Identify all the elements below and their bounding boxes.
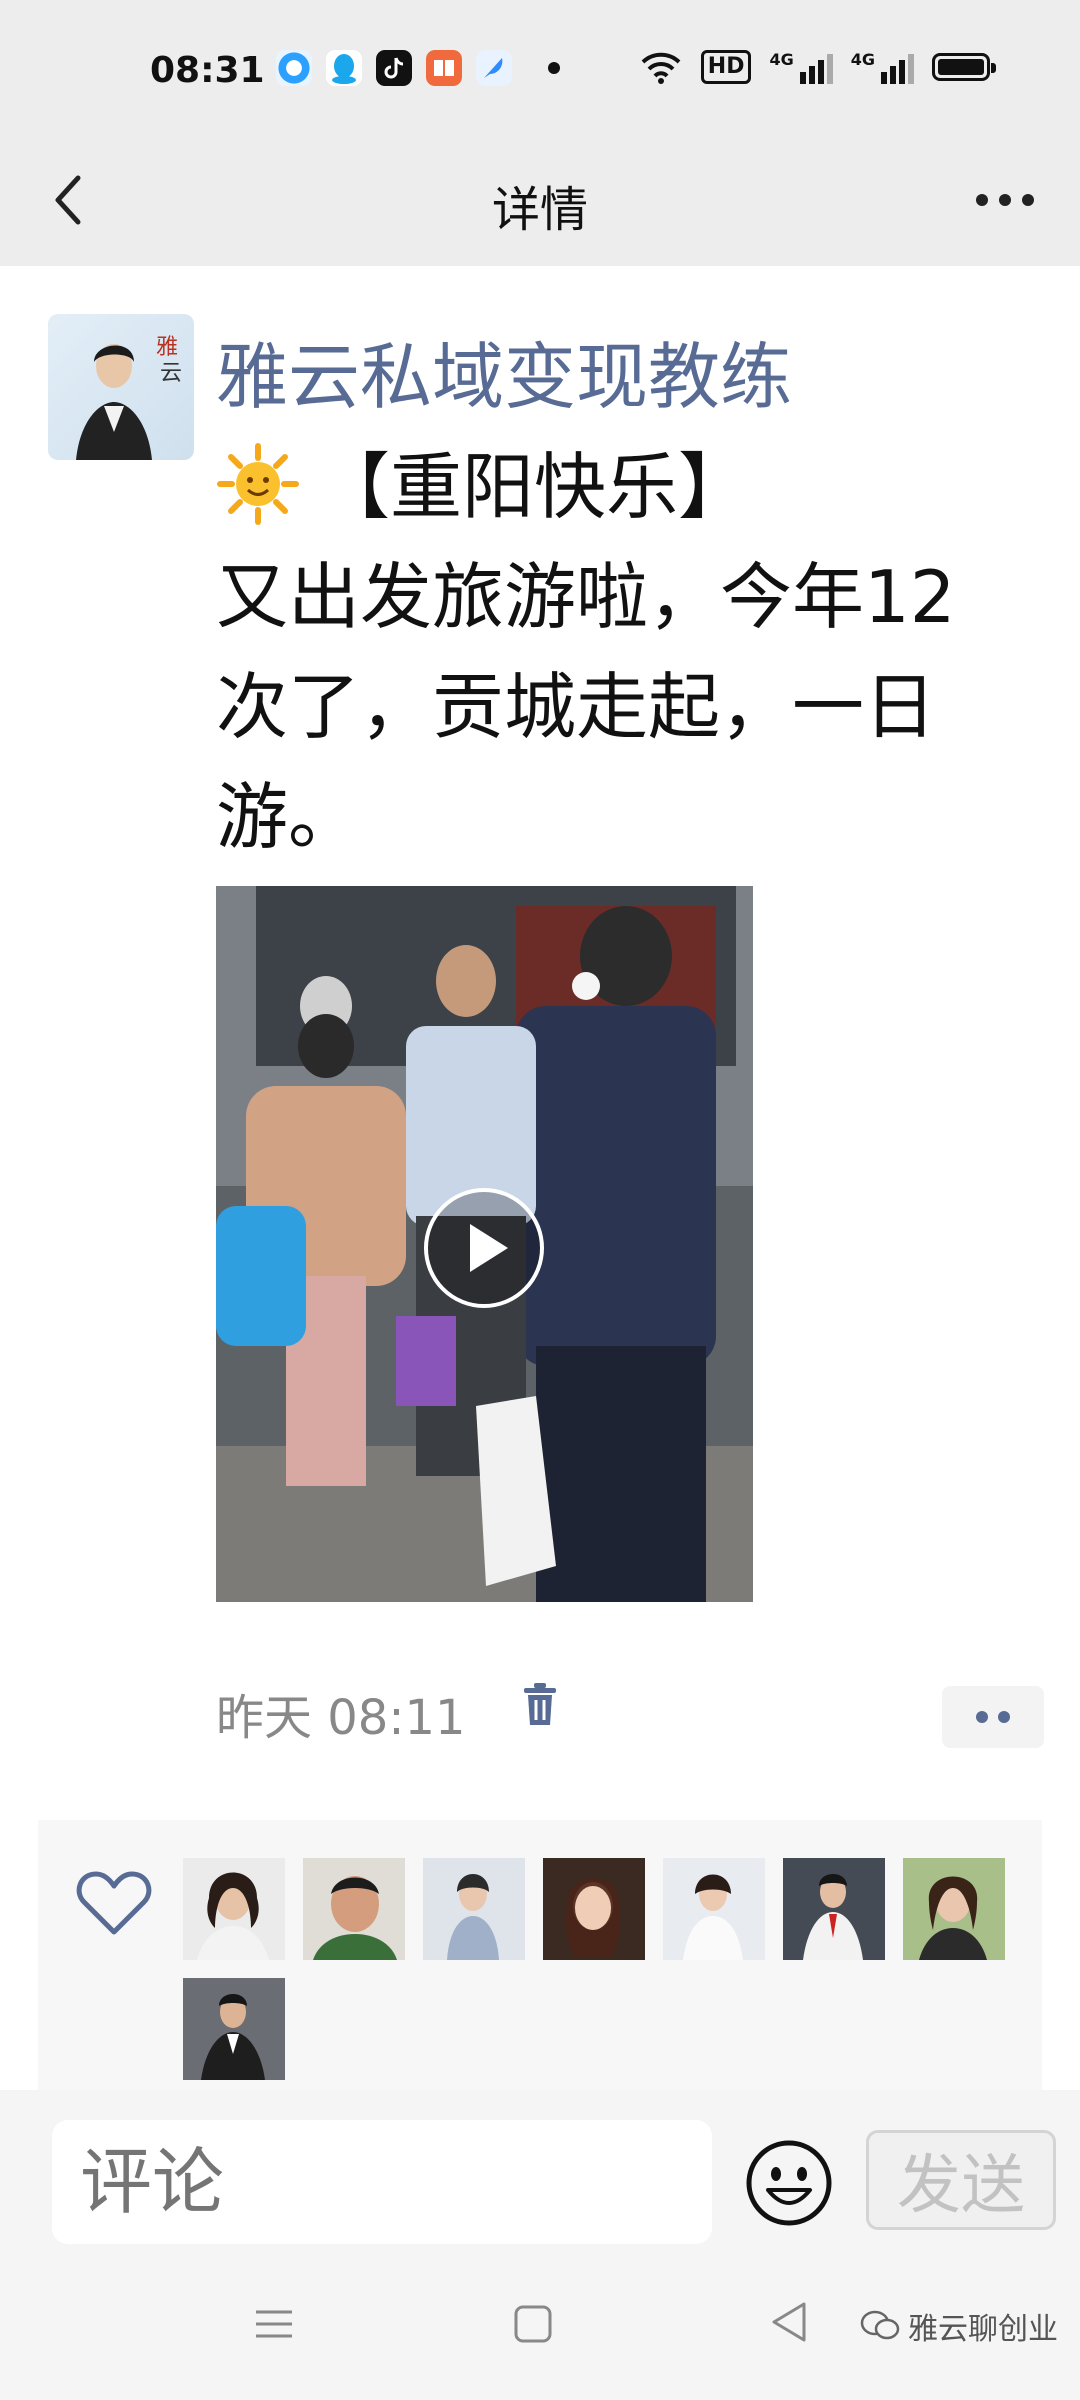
trash-icon[interactable]	[520, 1680, 560, 1728]
video-thumbnail[interactable]	[216, 886, 753, 1602]
tiktok-app-icon	[376, 50, 412, 86]
post-body-line-2: 次了，贡城走起，一日	[216, 665, 937, 749]
wechat-logo-icon	[860, 2310, 900, 2340]
post-timestamp: 昨天 08:11	[216, 1690, 466, 1746]
liker-avatar[interactable]	[183, 1978, 285, 2080]
recent-apps-icon[interactable]	[254, 2304, 294, 2344]
post-headline: 【重阳快乐】	[318, 445, 751, 529]
watermark-text: 雅云聊创业	[908, 2312, 1058, 2347]
liker-avatar[interactable]	[903, 1858, 1005, 1960]
heart-icon	[76, 1871, 152, 1935]
browser-app-icon	[276, 50, 312, 86]
system-back-icon[interactable]	[770, 2300, 810, 2344]
post-text: 【重阳快乐】 又出发旅游啦，今年12 次了，贡城走起，一日 游。	[216, 432, 1016, 872]
post-actions-button[interactable]	[942, 1686, 1044, 1748]
svg-text:云: 云	[160, 361, 182, 386]
wifi-icon	[641, 52, 681, 84]
home-icon[interactable]	[513, 2304, 553, 2344]
liker-avatar[interactable]	[543, 1858, 645, 1960]
page-title: 详情	[491, 182, 588, 238]
comment-input[interactable]	[52, 2120, 712, 2244]
post-detail: 雅 云 雅云私域变现教练 【重阳快乐】 又出发旅游啦，今年12 次了，贡城走起，…	[0, 266, 1080, 2090]
author-avatar[interactable]: 雅 云	[48, 314, 194, 460]
watermark: 雅云聊创业	[860, 2304, 1058, 2348]
svg-text:雅: 雅	[156, 335, 178, 360]
send-button[interactable]: 发送	[866, 2130, 1056, 2230]
post-body-line-1: 又出发旅游啦，今年12	[216, 555, 956, 639]
liker-avatar[interactable]	[663, 1858, 765, 1960]
more-notifications-dot	[548, 62, 560, 74]
post-body-line-3: 游。	[216, 775, 361, 859]
sun-emoji-icon	[217, 443, 299, 525]
likes-panel	[38, 1820, 1042, 2090]
comment-composer: 发送	[0, 2090, 1080, 2260]
notification-icons	[276, 50, 560, 86]
signal-icon-1: 4G	[769, 50, 833, 84]
two-dots-icon	[976, 1711, 1010, 1723]
qq-app-icon	[326, 50, 362, 86]
play-button-icon[interactable]	[422, 1186, 546, 1310]
navigation-bar: 详情	[0, 140, 1080, 266]
feather-app-icon	[476, 50, 512, 86]
emoji-icon[interactable]	[744, 2138, 834, 2228]
post-headline-line: 【重阳快乐】	[216, 432, 1016, 542]
liker-avatar[interactable]	[783, 1858, 885, 1960]
more-options-icon[interactable]	[970, 180, 1040, 220]
battery-icon	[932, 53, 996, 81]
system-status-icons: HD 4G 4G	[639, 50, 996, 84]
book-app-icon	[426, 50, 462, 86]
liker-avatar[interactable]	[423, 1858, 525, 1960]
hd-voice-badge: HD	[700, 50, 752, 84]
liker-avatar[interactable]	[303, 1858, 405, 1960]
status-bar: 08:31 HD 4G 4G	[0, 0, 1080, 140]
system-navigation-bar: 雅云聊创业	[0, 2260, 1080, 2400]
liker-avatar[interactable]	[183, 1858, 285, 1960]
status-time: 08:31	[150, 50, 265, 91]
signal-icon-2: 4G	[851, 50, 914, 84]
author-name[interactable]: 雅云私域变现教练	[216, 318, 792, 423]
